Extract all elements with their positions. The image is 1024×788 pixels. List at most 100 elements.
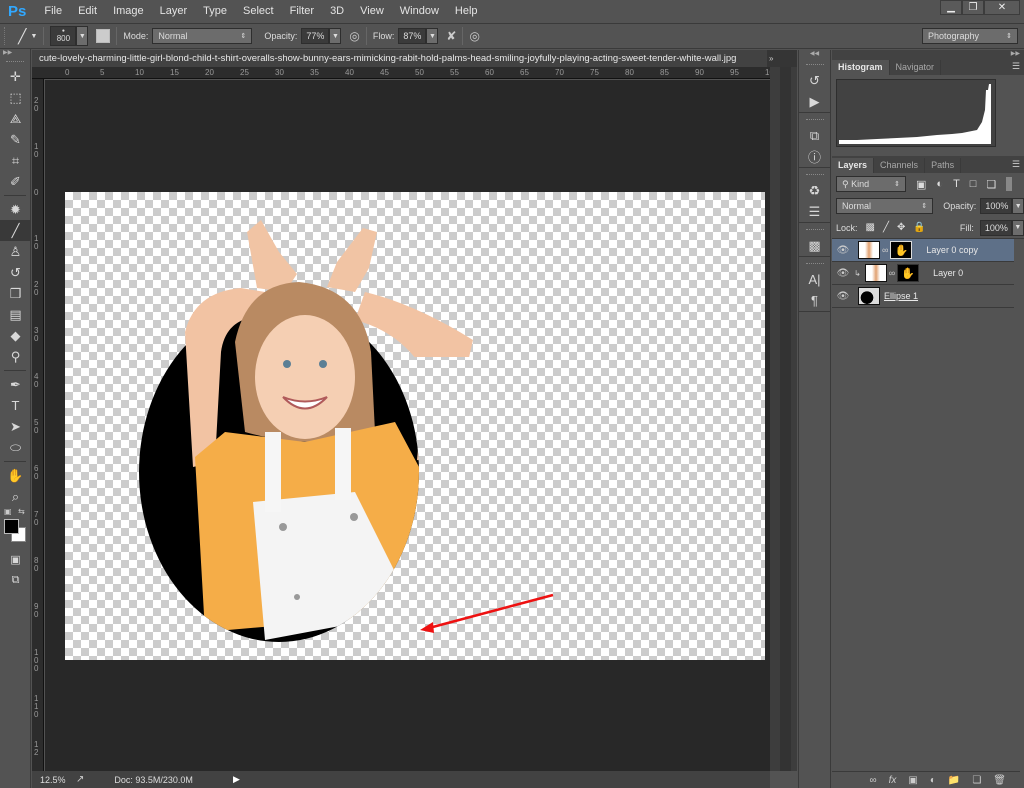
tab-layers[interactable]: Layers: [832, 158, 875, 173]
crop-tool[interactable]: ⌗: [0, 150, 31, 171]
blur-tool[interactable]: ◆: [0, 325, 31, 346]
menu-window[interactable]: Window: [400, 5, 439, 17]
quick-mask-icon[interactable]: ▣: [0, 549, 31, 570]
layer-mask-thumbnail[interactable]: ✋: [890, 241, 913, 259]
close-button[interactable]: ✕: [984, 0, 1020, 15]
new-group-icon[interactable]: 📁: [948, 775, 960, 786]
ellipse-tool[interactable]: ⬭: [0, 437, 31, 458]
layer-row-layer-0[interactable]: 👁 ↳ ∞ ✋ Layer 0: [832, 262, 1014, 285]
filter-type-icon[interactable]: T: [953, 178, 960, 190]
fill-input[interactable]: 100%: [979, 219, 1012, 236]
default-colors-icon[interactable]: ▣: [4, 507, 12, 516]
fx-icon[interactable]: fx: [889, 775, 897, 786]
healing-brush-tool[interactable]: ✹: [0, 199, 31, 220]
visibility-eye-icon[interactable]: 👁: [832, 268, 854, 279]
visibility-eye-icon[interactable]: 👁: [832, 291, 854, 302]
swap-colors-icon[interactable]: ⇆: [18, 507, 25, 516]
document-tab[interactable]: cute-lovely-charming-little-girl-blond-c…: [32, 50, 767, 67]
layer-mask-thumbnail[interactable]: ✋: [897, 264, 920, 282]
lock-all-icon[interactable]: 🔒: [913, 222, 925, 233]
menu-filter[interactable]: Filter: [290, 5, 314, 17]
menu-image[interactable]: Image: [113, 5, 144, 17]
3d-icon[interactable]: ⧉: [799, 125, 830, 146]
clone-source-icon[interactable]: ▩: [799, 235, 830, 256]
brush-tool[interactable]: ╱: [0, 220, 31, 241]
dodge-tool[interactable]: ⚲: [0, 346, 31, 367]
flow-slider-button[interactable]: ▼: [426, 28, 439, 44]
type-tool[interactable]: T: [0, 395, 31, 416]
lock-position-icon[interactable]: ✥: [897, 222, 905, 233]
adjustment-layer-icon[interactable]: ◐: [930, 775, 936, 786]
tab-channels[interactable]: Channels: [874, 158, 926, 173]
filter-kind-dropdown[interactable]: ⚲ Kind ⇕: [836, 176, 906, 192]
gradient-tool[interactable]: ▤: [0, 304, 31, 325]
eyedropper-tool[interactable]: ✐: [0, 171, 31, 192]
clone-stamp-tool[interactable]: ♙: [0, 241, 31, 262]
info-icon[interactable]: ⓘ: [799, 146, 830, 167]
menu-type[interactable]: Type: [203, 5, 227, 17]
brush-panel-toggle-icon[interactable]: [96, 29, 111, 43]
layer-opacity-input[interactable]: 100%: [980, 198, 1013, 214]
status-menu-arrow-icon[interactable]: ▶: [233, 774, 240, 785]
layer-name[interactable]: Layer 0: [933, 268, 963, 278]
mode-dropdown[interactable]: Normal ⇕: [152, 28, 253, 44]
filter-smart-object-icon[interactable]: ❏: [986, 178, 996, 191]
collapse-icon[interactable]: ◀◀: [799, 50, 830, 58]
horizontal-ruler[interactable]: 0510152025303540455055606570758085909510…: [32, 67, 778, 79]
toolbox-collapse-icon[interactable]: ▶▶: [0, 49, 30, 59]
add-mask-icon[interactable]: ▣: [908, 775, 917, 786]
layer-row-ellipse-1[interactable]: 👁 Ellipse 1: [832, 285, 1014, 308]
filter-adjustment-icon[interactable]: ◐: [936, 178, 943, 190]
brush-settings-icon[interactable]: ☰: [799, 201, 830, 222]
screen-mode-icon[interactable]: ⧉: [0, 570, 31, 591]
lasso-tool[interactable]: ⟁: [0, 108, 31, 129]
character-icon[interactable]: A|: [799, 269, 830, 290]
link-layers-icon[interactable]: ∞: [869, 775, 876, 786]
pressure-opacity-icon[interactable]: ◎: [349, 29, 359, 43]
opacity-input[interactable]: 77%: [301, 28, 330, 44]
menu-view[interactable]: View: [360, 5, 384, 17]
history-icon[interactable]: ↺: [799, 70, 830, 91]
fill-slider[interactable]: ▼: [1011, 219, 1024, 236]
quick-selection-tool[interactable]: ✎: [0, 129, 31, 150]
tab-histogram[interactable]: Histogram: [832, 60, 890, 75]
vertical-scrollbar[interactable]: [770, 67, 797, 771]
blend-mode-dropdown[interactable]: Normal ⇕: [836, 198, 934, 214]
history-brush-tool[interactable]: ↺: [0, 262, 31, 283]
path-selection-tool[interactable]: ➤: [0, 416, 31, 437]
menu-select[interactable]: Select: [243, 5, 274, 17]
pen-tool[interactable]: ✒: [0, 374, 31, 395]
tab-paths[interactable]: Paths: [925, 158, 962, 173]
flow-input[interactable]: 87%: [398, 28, 427, 44]
layer-opacity-slider[interactable]: ▼: [1012, 198, 1024, 214]
lock-transparency-icon[interactable]: ▩: [866, 222, 875, 233]
tab-navigator[interactable]: Navigator: [890, 60, 942, 75]
eraser-tool[interactable]: ❒: [0, 283, 31, 304]
move-tool[interactable]: ✛: [0, 66, 31, 87]
tool-preset-picker[interactable]: ╱ ▼: [18, 28, 37, 45]
workspace-dropdown[interactable]: Photography ⇕: [922, 28, 1018, 44]
toolbox-grip[interactable]: [6, 61, 24, 62]
foreground-color-swatch[interactable]: [4, 519, 19, 534]
new-layer-icon[interactable]: ❏: [972, 775, 981, 786]
pressure-size-icon[interactable]: ◎: [469, 29, 479, 43]
restore-button[interactable]: ❐: [962, 0, 984, 15]
menu-3d[interactable]: 3D: [330, 5, 344, 17]
vertical-ruler[interactable]: 20 10 0 10 20 30 40 50 60 70 80 90 100 110 12: [32, 79, 44, 771]
options-grip[interactable]: [4, 27, 8, 45]
menu-layer[interactable]: Layer: [160, 5, 188, 17]
visibility-eye-icon[interactable]: 👁: [832, 245, 854, 256]
share-icon[interactable]: ↗: [76, 774, 84, 785]
tab-overflow-button[interactable]: »: [767, 50, 797, 67]
layer-row-layer-0-copy[interactable]: 👁 ∞ ✋ Layer 0 copy: [832, 239, 1014, 262]
menu-file[interactable]: File: [44, 5, 62, 17]
document-canvas[interactable]: [65, 192, 765, 660]
menu-help[interactable]: Help: [455, 5, 478, 17]
mask-link-icon[interactable]: ∞: [882, 245, 888, 255]
layer-name[interactable]: Ellipse 1: [884, 291, 918, 301]
brush-presets-icon[interactable]: ♻: [799, 180, 830, 201]
delete-layer-icon[interactable]: 🗑: [993, 775, 1006, 786]
expand-icon[interactable]: ▶▶: [832, 50, 1024, 58]
lock-pixels-icon[interactable]: ╱: [883, 222, 889, 233]
zoom-tool[interactable]: ⌕: [0, 486, 31, 507]
